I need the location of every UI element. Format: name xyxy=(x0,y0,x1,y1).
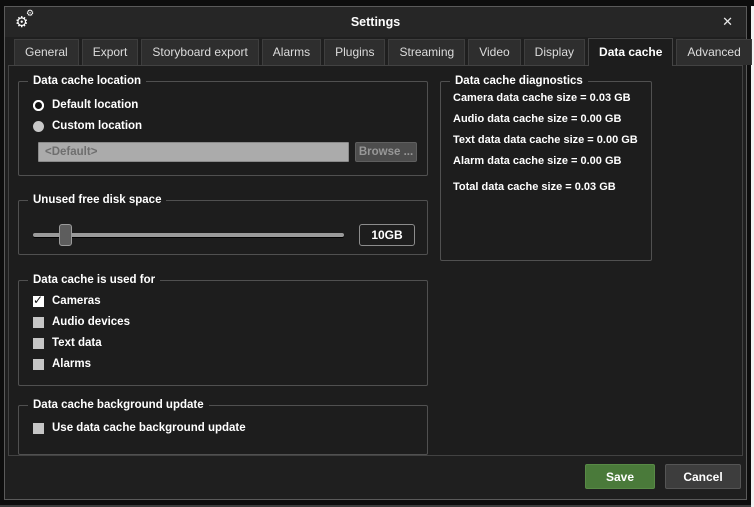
cancel-button[interactable]: Cancel xyxy=(665,464,741,489)
group-title: Data cache location xyxy=(28,75,146,88)
diag-camera-cache-size: Camera data cache size = 0.03 GB xyxy=(453,92,641,104)
checkbox-audio-devices[interactable]: ✓ Audio devices xyxy=(33,316,417,328)
titlebar: ⚙ ⚙ Settings ✕ xyxy=(5,7,746,37)
disk-space-slider[interactable] xyxy=(33,223,344,247)
tab-advanced[interactable]: Advanced xyxy=(676,39,751,65)
data-cache-panel: Data cache location Default location Cus… xyxy=(8,65,743,456)
checkbox-icon[interactable]: ✓ xyxy=(33,317,44,328)
screen: ⚙ ⚙ Settings ✕ General Export Storyboard… xyxy=(0,0,754,507)
diag-alarm-cache-size: Alarm data cache size = 0.00 GB xyxy=(453,155,641,167)
disk-space-value: 10GB xyxy=(359,224,415,246)
tab-streaming[interactable]: Streaming xyxy=(388,39,465,65)
group-data-cache-location: Data cache location Default location Cus… xyxy=(18,81,428,176)
checkbox-use-background-update[interactable]: ✓ Use data cache background update xyxy=(33,422,417,434)
right-column: Data cache diagnostics Camera data cache… xyxy=(440,81,652,455)
group-data-cache-diagnostics: Data cache diagnostics Camera data cache… xyxy=(440,81,652,261)
tab-display[interactable]: Display xyxy=(524,39,585,65)
checkbox-icon[interactable]: ✓ xyxy=(33,359,44,370)
group-title: Data cache background update xyxy=(28,399,209,412)
footer: Save Cancel xyxy=(5,456,746,499)
slider-track[interactable] xyxy=(33,233,344,237)
checkbox-icon[interactable]: ✓ xyxy=(33,423,44,434)
settings-window: ⚙ ⚙ Settings ✕ General Export Storyboard… xyxy=(4,6,747,500)
group-title: Data cache diagnostics xyxy=(450,75,588,88)
slider-handle[interactable] xyxy=(59,224,72,246)
radio-custom-location[interactable]: Custom location xyxy=(33,120,417,132)
radio-button-icon[interactable] xyxy=(33,100,44,111)
close-icon[interactable]: ✕ xyxy=(719,14,736,31)
tab-general[interactable]: General xyxy=(14,39,79,65)
window-title: Settings xyxy=(5,15,746,29)
custom-path-row: Browse ... xyxy=(38,142,417,162)
group-data-cache-background-update: Data cache background update ✓ Use data … xyxy=(18,405,428,455)
browse-button[interactable]: Browse ... xyxy=(355,142,417,162)
radio-default-location[interactable]: Default location xyxy=(33,99,417,111)
radio-button-icon[interactable] xyxy=(33,121,44,132)
group-unused-free-disk-space: Unused free disk space 10GB xyxy=(18,200,428,255)
diag-text-data-cache-size: Text data data cache size = 0.00 GB xyxy=(453,134,641,146)
tab-data-cache[interactable]: Data cache xyxy=(588,38,673,66)
checkbox-icon[interactable]: ✓ xyxy=(33,338,44,349)
group-data-cache-used-for: Data cache is used for ✓ Cameras ✓ Audio… xyxy=(18,280,428,386)
save-button[interactable]: Save xyxy=(585,464,655,489)
checkbox-cameras[interactable]: ✓ Cameras xyxy=(33,295,417,307)
group-title: Unused free disk space xyxy=(28,194,166,207)
checkbox-alarms[interactable]: ✓ Alarms xyxy=(33,358,417,370)
tab-video[interactable]: Video xyxy=(468,39,520,65)
diag-audio-cache-size: Audio data cache size = 0.00 GB xyxy=(453,113,641,125)
left-column: Data cache location Default location Cus… xyxy=(18,81,428,455)
tab-storyboard-export[interactable]: Storyboard export xyxy=(141,39,258,65)
tab-strip: General Export Storyboard export Alarms … xyxy=(5,37,746,65)
checkbox-text-data[interactable]: ✓ Text data xyxy=(33,337,417,349)
checkbox-icon[interactable]: ✓ xyxy=(33,296,44,307)
custom-location-path-input[interactable] xyxy=(38,142,349,162)
tab-alarms[interactable]: Alarms xyxy=(262,39,321,65)
tab-plugins[interactable]: Plugins xyxy=(324,39,385,65)
disk-space-slider-row: 10GB xyxy=(33,223,415,247)
settings-gears-icon: ⚙ ⚙ xyxy=(15,12,39,32)
tab-export[interactable]: Export xyxy=(82,39,139,65)
diag-total-cache-size: Total data cache size = 0.03 GB xyxy=(453,181,641,193)
group-title: Data cache is used for xyxy=(28,274,160,287)
